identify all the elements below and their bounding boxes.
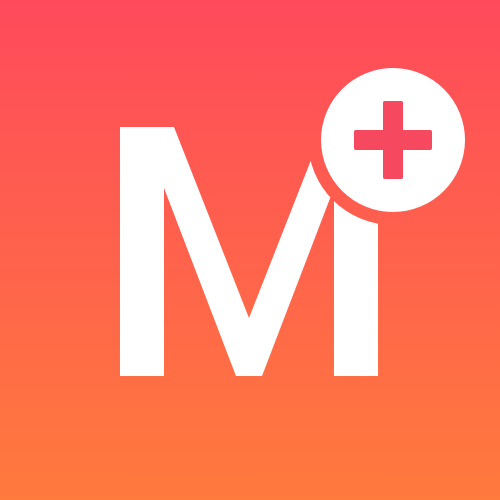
plus-badge	[321, 68, 465, 212]
app-icon	[0, 0, 500, 500]
background-gradient	[0, 0, 500, 500]
app-logo	[0, 0, 500, 500]
plus-icon-horizontal	[354, 130, 432, 150]
